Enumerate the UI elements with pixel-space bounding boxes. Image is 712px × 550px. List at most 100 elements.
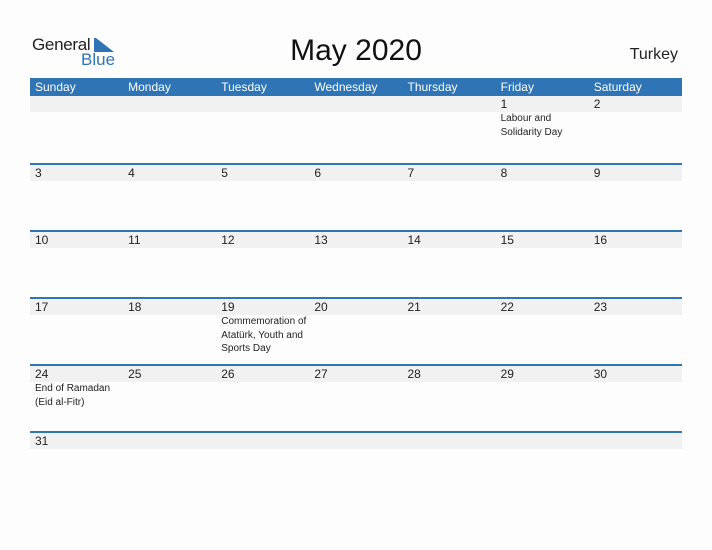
day-cell [309,433,402,498]
weekday-sunday: Sunday [35,80,76,94]
day-cell [30,96,123,163]
day-number: 7 [407,166,415,180]
day-number [35,96,123,112]
day-number: 23 [593,300,608,314]
day-number: 29 [500,367,514,381]
day-number: 18 [128,300,142,314]
day-cell: 15 [496,232,589,297]
day-cell: 16 [589,232,682,297]
day-number: 20 [314,300,328,314]
week-row: 31 [30,431,682,498]
day-cell: 21 [403,299,496,364]
country-label: Turkey [629,46,678,63]
week-row: 17 18 19 Commemoration of Atatürk, Youth an… [30,297,682,364]
day-cell: 4 [123,165,216,230]
week-row: 24 End of Ramadan (Eid al-Fitr) 25 26 27 28 29… [30,364,682,431]
day-number: 15 [500,233,514,247]
week-row: 10 11 12 13 14 15 16 [30,230,682,297]
day-cell: 18 [123,299,216,364]
day-cell: 3 [30,165,123,230]
day-cell: 11 [123,232,216,297]
day-cell: 31 [30,433,123,498]
week-row: 3 4 5 6 7 8 9 [30,163,682,230]
day-cell: 30 [589,366,682,431]
day-number: 16 [593,233,608,247]
weekday-wednesday: Wednesday [314,80,378,94]
day-number: 13 [314,233,328,247]
week-row: 1 Labour and Solidarity Day 2 [30,96,682,163]
day-number: 2 [593,97,601,111]
day-cell [403,96,496,163]
calendar-title: May 2020 [290,34,422,67]
day-number: 27 [314,367,328,381]
holiday-label: Labour and Solidarity Day [500,113,563,138]
day-cell [589,433,682,498]
day-cell: 20 [309,299,402,364]
day-number [408,96,496,112]
day-number: 4 [128,166,135,180]
day-number: 9 [593,166,601,180]
day-number: 12 [221,233,235,247]
day-number: 26 [221,367,235,381]
holiday-label: Commemoration of Atatürk, Youth and Spor… [221,316,307,354]
day-number [314,96,402,112]
day-number [594,433,682,449]
weekday-saturday: Saturday [593,80,642,94]
day-number: 24 [35,367,49,381]
day-number [408,433,496,449]
day-cell: 29 [496,366,589,431]
day-number: 8 [500,166,508,180]
day-cell: 10 [30,232,123,297]
day-number [221,433,309,449]
day-number: 11 [128,233,141,247]
day-number [314,433,402,449]
day-cell: 8 [496,165,589,230]
day-number [128,433,216,449]
weekday-tuesday: Tuesday [221,80,267,94]
day-cell: 14 [403,232,496,297]
day-cell [496,433,589,498]
day-cell: 27 [309,366,402,431]
day-cell: 7 [403,165,496,230]
day-cell [216,96,309,163]
day-number: 17 [35,300,49,314]
day-cell [216,433,309,498]
day-number [221,96,309,112]
day-number: 3 [35,166,42,180]
day-number: 31 [35,434,49,448]
day-cell: 25 [123,366,216,431]
day-cell: 26 [216,366,309,431]
day-cell: 5 [216,165,309,230]
day-number: 5 [221,166,228,180]
day-number [128,96,216,112]
day-cell: 22 [496,299,589,364]
calendar-grid: Sunday Monday Tuesday Wednesday Thursday Frid… [30,78,682,498]
day-number: 21 [407,300,421,314]
holiday-label: End of Ramadan (Eid al-Fitr) [35,383,111,408]
day-cell: 13 [309,232,402,297]
day-number: 10 [35,233,49,247]
day-number: 19 [221,300,235,314]
weekday-header: Sunday Monday Tuesday Wednesday Thursday Frid… [30,78,682,96]
weekday-thursday: Thursday [407,80,458,94]
day-cell [403,433,496,498]
day-cell: 23 [589,299,682,364]
day-cell [123,96,216,163]
day-cell: 6 [309,165,402,230]
day-number: 22 [500,300,514,314]
day-number: 14 [407,233,421,247]
day-cell: 19 Commemoration of Atatürk, Youth and Sp… [216,299,309,364]
day-cell: 12 [216,232,309,297]
weekday-monday: Monday [128,80,171,94]
day-number: 28 [407,367,421,381]
weekday-friday: Friday [500,80,534,94]
day-number [501,433,589,449]
day-number: 30 [593,367,608,381]
day-cell [309,96,402,163]
day-cell: 2 [589,96,682,163]
day-cell: 28 [403,366,496,431]
day-cell [123,433,216,498]
day-number: 25 [128,367,142,381]
day-cell: 9 [589,165,682,230]
day-number: 1 [500,97,508,111]
